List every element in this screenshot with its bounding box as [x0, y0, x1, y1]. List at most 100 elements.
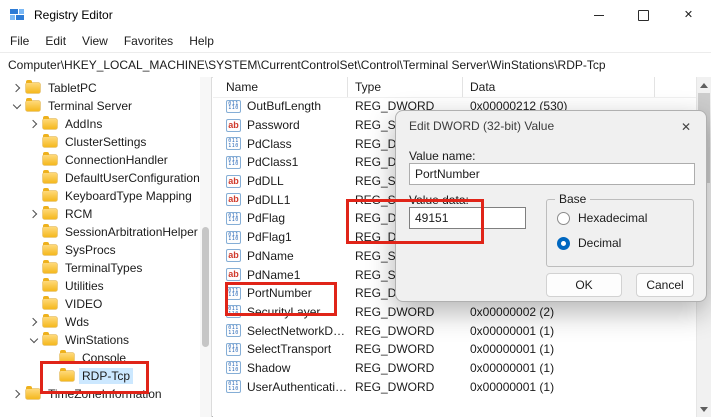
value-name-cell: 011 110PdClass1	[213, 155, 348, 169]
scroll-up-icon[interactable]	[697, 78, 711, 92]
value-name: PortNumber	[247, 286, 348, 300]
reg-dword-icon: 011 110	[226, 287, 241, 300]
reg-sz-icon: ab	[226, 268, 241, 281]
value-name-cell: abPassword	[213, 118, 348, 132]
minimize-button[interactable]	[576, 0, 621, 30]
value-type: REG_DWORD	[348, 380, 463, 394]
registry-value-row-securitylayer[interactable]: 011 110SecurityLayerREG_DWORD0x00000002 …	[213, 303, 697, 322]
value-name: SelectNetworkDetect	[247, 324, 348, 338]
chevron-down-icon[interactable]	[10, 104, 24, 108]
registry-value-row-selecttransport[interactable]: 011 110SelectTransportREG_DWORD0x0000000…	[213, 340, 697, 359]
folder-icon	[43, 335, 57, 345]
value-type: REG_DWORD	[348, 342, 463, 356]
value-name-cell: abPdName1	[213, 268, 348, 282]
tree-item-clustersettings[interactable]: ClusterSettings	[0, 133, 211, 151]
value-name: SelectTransport	[247, 342, 348, 356]
menu-favorites[interactable]: Favorites	[116, 31, 181, 51]
reg-dword-icon: 011 110	[226, 305, 241, 318]
scroll-down-icon[interactable]	[697, 402, 711, 416]
tree-item-label: AddIns	[62, 116, 105, 132]
column-header-name[interactable]: Name	[213, 77, 348, 97]
tree-item-terminaltypes[interactable]: TerminalTypes	[0, 259, 211, 277]
title-bar: Registry Editor ✕	[0, 0, 711, 30]
value-name: PdDLL	[247, 174, 348, 188]
reg-dword-icon: 011 110	[226, 343, 241, 356]
tree-item-terminal-server[interactable]: Terminal Server	[0, 97, 211, 115]
folder-icon	[60, 353, 74, 363]
list-header: NameTypeData	[213, 77, 697, 98]
reg-dword-icon: 011 110	[226, 137, 241, 150]
folder-icon	[26, 101, 40, 111]
tree-vertical-scrollbar[interactable]	[200, 77, 211, 417]
value-type: REG_DWORD	[348, 324, 463, 338]
chevron-right-icon[interactable]	[27, 211, 41, 217]
reg-dword-icon: 011 110	[226, 380, 241, 393]
menu-edit[interactable]: Edit	[37, 31, 74, 51]
cancel-button[interactable]: Cancel	[636, 273, 694, 297]
column-header-data[interactable]: Data	[463, 77, 655, 97]
dialog-close-button[interactable]: ✕	[678, 119, 694, 135]
tree-item-tabletpc[interactable]: TabletPC	[0, 79, 211, 97]
base-group-label: Base	[555, 192, 590, 206]
registry-editor-icon	[9, 7, 25, 23]
tree-item-addins[interactable]: AddIns	[0, 115, 211, 133]
menu-bar: FileEditViewFavoritesHelp	[0, 30, 711, 52]
value-name-field[interactable]: PortNumber	[409, 163, 695, 185]
chevron-right-icon[interactable]	[27, 319, 41, 325]
folder-icon	[43, 299, 57, 309]
value-name: PdClass1	[247, 155, 348, 169]
reg-dword-icon: 011 110	[226, 212, 241, 225]
chevron-right-icon[interactable]	[27, 121, 41, 127]
radio-decimal-icon[interactable]	[557, 237, 570, 250]
maximize-button[interactable]	[621, 0, 666, 30]
folder-icon	[43, 317, 57, 327]
ok-button[interactable]: OK	[546, 273, 622, 297]
tree-item-video[interactable]: VIDEO	[0, 295, 211, 313]
tree-item-label: ConnectionHandler	[62, 152, 171, 168]
close-button[interactable]: ✕	[666, 0, 711, 30]
folder-icon	[43, 209, 57, 219]
tree-item-keyboardtype-mapping[interactable]: KeyboardType Mapping	[0, 187, 211, 205]
edit-dword-dialog: Edit DWORD (32-bit) Value ✕ Value name: …	[395, 110, 707, 302]
tree-item-timezoneinformation[interactable]: TimeZoneInformation	[0, 385, 211, 403]
dialog-title: Edit DWORD (32-bit) Value	[396, 111, 706, 141]
tree-item-label: VIDEO	[62, 296, 105, 312]
tree-item-rcm[interactable]: RCM	[0, 205, 211, 223]
column-header-type[interactable]: Type	[348, 77, 463, 97]
menu-help[interactable]: Help	[181, 31, 222, 51]
value-type: REG_DWORD	[348, 305, 463, 319]
tree-scrollbar-thumb[interactable]	[202, 227, 209, 347]
value-data: 0x00000001 (1)	[463, 361, 697, 375]
tree-item-utilities[interactable]: Utilities	[0, 277, 211, 295]
tree-item-connectionhandler[interactable]: ConnectionHandler	[0, 151, 211, 169]
tree-item-sessionarbitrationhelper[interactable]: SessionArbitrationHelper	[0, 223, 211, 241]
folder-icon	[26, 83, 40, 93]
chevron-right-icon[interactable]	[10, 391, 24, 397]
chevron-down-icon[interactable]	[27, 338, 41, 342]
value-data-field[interactable]: 49151	[409, 207, 526, 229]
chevron-right-icon[interactable]	[10, 85, 24, 91]
tree-item-defaultuserconfiguration[interactable]: DefaultUserConfiguration	[0, 169, 211, 187]
address-bar-input[interactable]: Computer\HKEY_LOCAL_MACHINE\SYSTEM\Curre…	[8, 58, 606, 72]
tree-item-sysprocs[interactable]: SysProcs	[0, 241, 211, 259]
value-name: OutBufLength	[247, 99, 348, 113]
menu-view[interactable]: View	[74, 31, 116, 51]
registry-value-row-selectnetworkdetect[interactable]: 011 110SelectNetworkDetectREG_DWORD0x000…	[213, 321, 697, 340]
radio-hexadecimal-icon[interactable]	[557, 212, 570, 225]
tree-item-label: WinStations	[62, 332, 132, 348]
folder-icon	[43, 227, 57, 237]
registry-value-row-userauthentication[interactable]: 011 110UserAuthenticationREG_DWORD0x0000…	[213, 377, 697, 396]
tree-item-label: RDP-Tcp	[79, 368, 133, 384]
reg-sz-icon: ab	[226, 119, 241, 132]
tree-item-rdp-tcp[interactable]: RDP-Tcp	[0, 367, 211, 385]
window-controls: ✕	[576, 0, 711, 30]
tree-item-label: Terminal Server	[45, 98, 135, 114]
radio-hexadecimal[interactable]: Hexadecimal	[557, 211, 647, 225]
menu-file[interactable]: File	[2, 31, 37, 51]
tree-item-winstations[interactable]: WinStations	[0, 331, 211, 349]
tree-item-console[interactable]: Console	[0, 349, 211, 367]
value-name-cell: 011 110SecurityLayer	[213, 305, 348, 319]
tree-item-wds[interactable]: Wds	[0, 313, 211, 331]
radio-decimal[interactable]: Decimal	[557, 236, 621, 250]
registry-value-row-shadow[interactable]: 011 110ShadowREG_DWORD0x00000001 (1)	[213, 359, 697, 378]
